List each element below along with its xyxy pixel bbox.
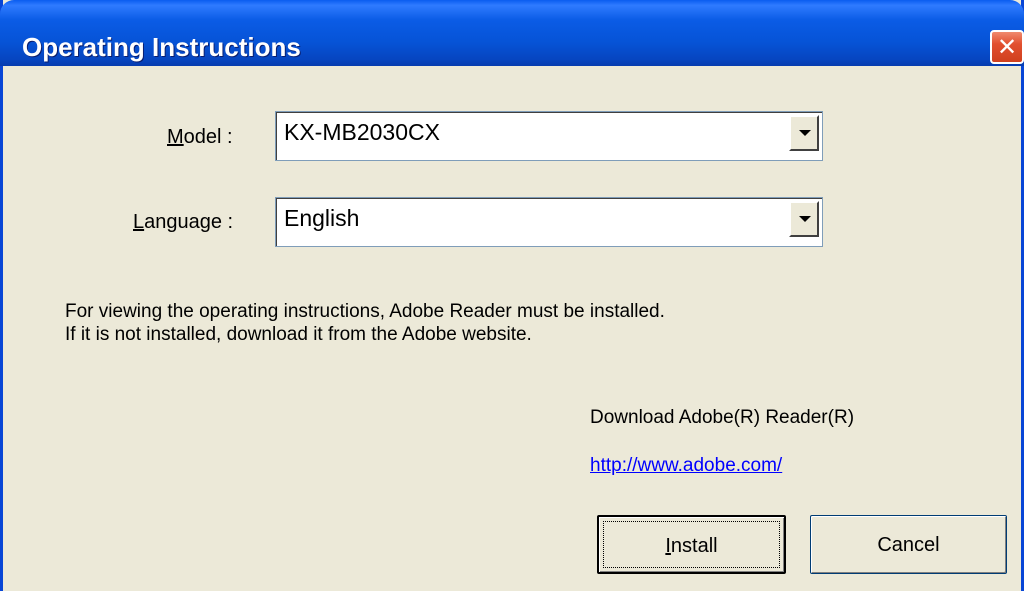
download-label: Download Adobe(R) Reader(R) [590,407,855,428]
model-value: KX-MB2030CX [284,119,440,145]
language-value: English [284,205,360,231]
chevron-down-icon[interactable] [789,201,819,237]
cancel-button[interactable]: Cancel [810,515,1007,574]
cancel-button-label: Cancel [877,534,940,556]
close-button[interactable]: ✕ [990,30,1024,64]
model-label: Model : [167,126,233,148]
chevron-down-icon[interactable] [789,115,819,151]
language-label: Language : [133,211,234,233]
adobe-link[interactable]: http://www.adobe.com/ [590,455,782,477]
close-icon: ✕ [996,33,1018,61]
dialog-window: Operating Instructions ✕ Model : KX-MB20… [0,0,1024,591]
install-button[interactable]: Install [597,515,786,574]
info-line-1: For viewing the operating instructions, … [65,301,665,322]
window-title: Operating Instructions [22,32,301,62]
info-line-2: If it is not installed, download it from… [65,324,532,345]
language-dropdown[interactable]: English [275,197,823,247]
install-button-label: Install [665,535,718,557]
title-bar[interactable]: Operating Instructions ✕ [0,0,1024,66]
model-dropdown[interactable]: KX-MB2030CX [275,111,823,161]
